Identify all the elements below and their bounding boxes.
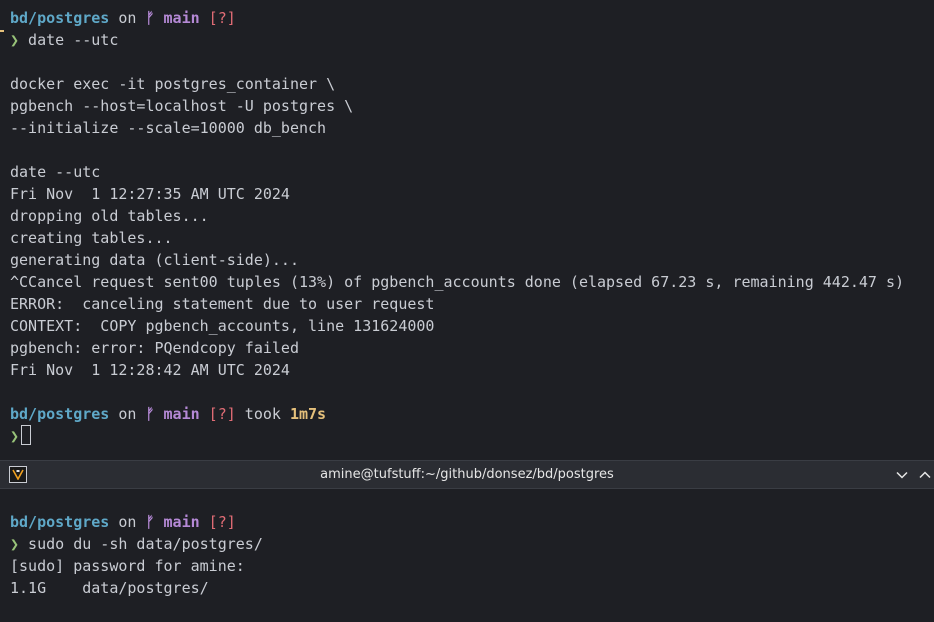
command-line[interactable]: ❯ [10,425,32,447]
text-cursor [21,425,32,445]
prompt-branch: main [154,513,200,531]
output-line: CONTEXT: COPY pgbench_accounts, line 131… [10,317,435,335]
prompt-line: bd/postgres on ᚠ main [?] took 1m7s [10,403,326,425]
prompt-duration: 1m7s [289,405,327,423]
output-line: --initialize --scale=10000 db_bench [10,119,327,137]
pane-title: amine@tufstuff:~/github/donsez/bd/postgr… [320,467,614,482]
output-line: ^CCancel request sent00 tuples (13%) of … [10,273,905,291]
output-line: creating tables... [10,229,173,247]
output-line: dropping old tables... [10,207,209,225]
output-line: ERROR: canceling statement due to user r… [10,295,435,313]
output-line: pgbench: error: PQendcopy failed [10,339,299,357]
output-line: [sudo] password for amine: [10,557,245,575]
pane-title-bar[interactable]: amine@tufstuff:~/github/donsez/bd/postgr… [0,460,934,489]
output-line: date --utc [10,163,101,181]
output-line: Fri Nov 1 12:27:35 AM UTC 2024 [10,185,290,203]
chevron-down-icon[interactable] [894,467,910,483]
prompt-on: on [109,9,146,27]
prompt-line: bd/postgres on ᚠ main [?] [10,7,236,29]
command-text: sudo du -sh data/postgres/ [19,535,263,553]
prompt-arrow-icon: ❯ [10,427,20,445]
output-line: generating data (client-side)... [10,251,299,269]
prompt-on: on [109,405,146,423]
output-line: pgbench --host=localhost -U postgres \ [10,97,354,115]
prompt-git-status: [?] [199,405,236,423]
command-line: ❯ date --utc [10,29,118,51]
command-text: date --utc [19,31,119,49]
prompt-line: bd/postgres on ᚠ main [?] [10,511,236,533]
prompt-path: bd/postgres [10,405,110,423]
output-line: docker exec -it postgres_container \ [10,75,336,93]
scroll-marker [0,30,4,32]
command-line: ❯ sudo du -sh data/postgres/ [10,533,263,555]
terminal-pane-bottom[interactable]: bd/postgres on ᚠ main [?] ❯ sudo du -sh … [0,489,934,622]
prompt-path: bd/postgres [10,513,110,531]
terminal-pane-top[interactable]: bd/postgres on ᚠ main [?] ❯ date --utc d… [0,0,934,460]
output-line: 1.1G data/postgres/ [10,579,209,597]
prompt-took: took [235,405,290,423]
prompt-on: on [109,513,146,531]
prompt-branch: main [154,9,200,27]
prompt-git-status: [?] [199,513,236,531]
prompt-git-status: [?] [199,9,236,27]
chevron-up-icon[interactable] [917,467,933,483]
prompt-arrow-icon: ❯ [10,535,20,553]
prompt-arrow-icon: ❯ [10,31,20,49]
output-line: Fri Nov 1 12:28:42 AM UTC 2024 [10,361,290,379]
prompt-branch: main [154,405,200,423]
prompt-path: bd/postgres [10,9,110,27]
